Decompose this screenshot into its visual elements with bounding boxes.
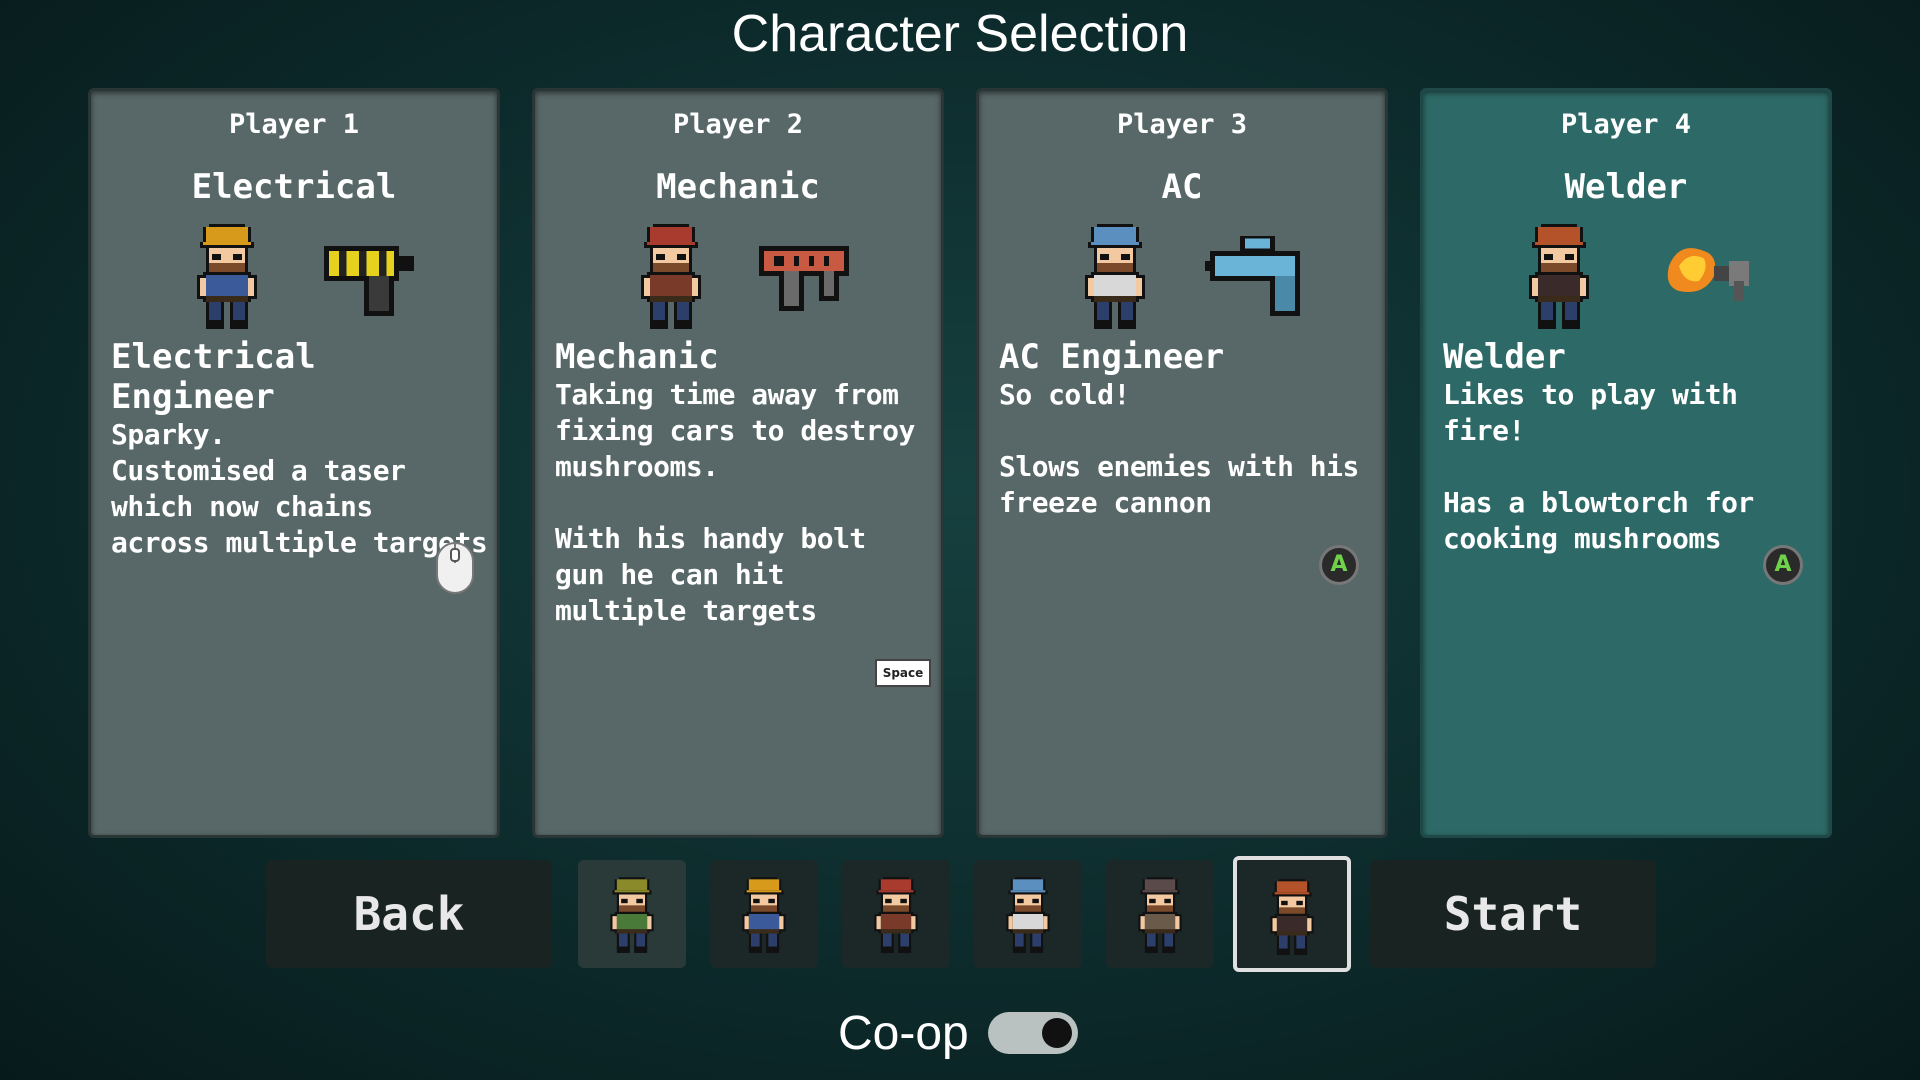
freeze-cannon-icon [1205,236,1300,316]
mechanic-character-sprite [641,224,701,329]
welder-character-sprite [1529,224,1589,329]
class-name: AC [1161,167,1203,207]
a-button-icon: A [1319,545,1359,585]
roster-slot-green-worker[interactable] [578,860,686,968]
roster-slot-mechanic[interactable] [842,860,950,968]
mechanic-sprite [874,877,918,953]
class-name: Mechanic [656,167,820,207]
roster-slot-welder[interactable] [1233,856,1351,972]
player-1-card[interactable]: Player 1 Electrical Electrical Engineer … [88,88,500,838]
player-4-card[interactable]: Player 4 Welder Welder Likes to play wit… [1420,88,1832,838]
class-name: Welder [1564,167,1688,207]
character-title: Welder [1443,337,1566,377]
back-button[interactable]: Back [266,860,552,968]
electrical-sprite [742,877,786,953]
bolt-gun-icon [759,246,849,311]
coop-label: Co-op [838,1007,969,1060]
taser-icon [324,246,414,316]
ac-character-sprite [1085,224,1145,329]
welder-sprite [1270,879,1314,955]
character-description: Likes to play with fire! Has a blowtorch… [1443,378,1754,555]
character-description: Sparky. Customised a taser which now cha… [111,418,488,559]
ac-sprite [1006,877,1050,953]
character-title: Mechanic [555,337,719,377]
roster-slot-electrical[interactable] [710,860,818,968]
character-title: AC Engineer [999,337,1225,377]
blowtorch-icon [1667,248,1749,301]
page-title: Character Selection [731,5,1189,63]
brown-worker-sprite [1138,877,1182,953]
player-2-card[interactable]: Player 2 Mechanic Mechanic Taking time a… [532,88,944,838]
green-worker-sprite [610,877,654,953]
character-description: So cold! Slows enemies with his freeze c… [999,378,1359,519]
roster-slot-ac[interactable] [974,860,1082,968]
start-button[interactable]: Start [1370,860,1656,968]
class-name: Electrical [191,167,397,207]
character-description: Taking time away from fixing cars to des… [555,378,915,627]
space-key-icon: Space [875,659,931,687]
character-title: Electrical Engineer [111,337,316,417]
player-label: Player 1 [228,109,360,140]
mouse-icon [436,542,474,594]
a-button-icon: A [1763,545,1803,585]
electrical-character-sprite [197,224,257,329]
toggle-knob [1042,1018,1072,1048]
player-label: Player 2 [672,109,804,140]
player-3-card[interactable]: Player 3 AC AC Engineer So cold! Slows e… [976,88,1388,838]
player-label: Player 4 [1560,109,1692,140]
coop-toggle[interactable] [988,1012,1078,1054]
player-label: Player 3 [1116,109,1248,140]
roster-slot-brown-worker[interactable] [1106,860,1214,968]
